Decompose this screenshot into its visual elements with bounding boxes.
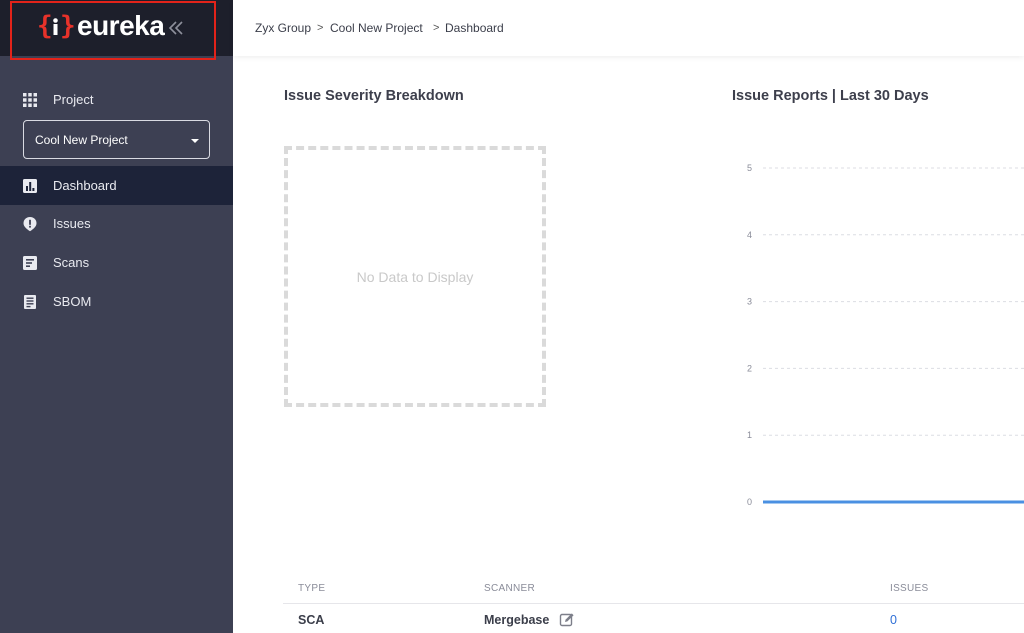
breadcrumb-separator: > bbox=[317, 22, 324, 34]
receipt-icon bbox=[24, 295, 36, 309]
sidebar-item-label: Issues bbox=[53, 216, 91, 231]
y-tick-label: 0 bbox=[747, 497, 752, 507]
sidebar-item-label: SBOM bbox=[53, 294, 92, 309]
edit-icon[interactable] bbox=[559, 612, 575, 628]
sidebar-item-scans[interactable]: Scans bbox=[0, 243, 233, 282]
bar-chart-icon bbox=[23, 179, 37, 193]
sidebar: { } eureka Project Cool New Project Dash… bbox=[0, 0, 233, 633]
sidebar-item-dashboard[interactable]: Dashboard bbox=[0, 166, 233, 205]
alert-badge-icon bbox=[23, 217, 37, 232]
table-divider bbox=[283, 603, 1024, 604]
table-cell-issues-link[interactable]: 0 bbox=[890, 611, 897, 629]
project-section: Project bbox=[0, 84, 233, 116]
breadcrumb-separator: > bbox=[433, 22, 440, 34]
chevron-down-icon bbox=[191, 139, 199, 143]
sidebar-item-label: Scans bbox=[53, 255, 90, 270]
grid-icon bbox=[23, 93, 37, 107]
sidebar-item-label: Dashboard bbox=[53, 178, 117, 193]
breadcrumb: Zyx Group > Cool New Project > Dashboard bbox=[233, 0, 1024, 56]
issue-reports-chart: 5 4 3 2 1 0 bbox=[747, 163, 1024, 507]
table-header-scanner: SCANNER bbox=[484, 583, 535, 594]
table-header-type: TYPE bbox=[298, 583, 326, 594]
y-tick-label: 1 bbox=[747, 430, 752, 440]
scan-doc-icon bbox=[23, 256, 37, 270]
table-cell-scanner: Mergebase bbox=[484, 613, 550, 627]
breadcrumb-item-current: Dashboard bbox=[445, 21, 504, 35]
empty-state-text: No Data to Display bbox=[356, 269, 474, 285]
y-tick-label: 4 bbox=[747, 230, 752, 240]
table-cell-type: SCA bbox=[298, 613, 325, 627]
breadcrumb-item-group[interactable]: Zyx Group bbox=[255, 0, 311, 56]
y-tick-label: 5 bbox=[747, 163, 752, 173]
project-select[interactable]: Cool New Project bbox=[23, 120, 210, 159]
y-tick-label: 2 bbox=[747, 363, 752, 373]
app-root: { } eureka Project Cool New Project Dash… bbox=[0, 0, 1024, 633]
project-label: Project bbox=[53, 92, 94, 107]
y-tick-label: 3 bbox=[747, 297, 752, 307]
project-select-value: Cool New Project bbox=[35, 133, 128, 147]
sidebar-item-sbom[interactable]: SBOM bbox=[0, 282, 233, 321]
table-header-issues: ISSUES bbox=[890, 583, 929, 594]
severity-title: Issue Severity Breakdown bbox=[284, 88, 464, 104]
sidebar-item-issues[interactable]: Issues bbox=[0, 204, 233, 243]
severity-empty-placeholder: No Data to Display bbox=[284, 146, 546, 407]
reports-title: Issue Reports | Last 30 Days bbox=[732, 88, 929, 104]
logo-highlight-box bbox=[10, 1, 216, 60]
breadcrumb-item-project[interactable]: Cool New Project bbox=[330, 0, 423, 56]
